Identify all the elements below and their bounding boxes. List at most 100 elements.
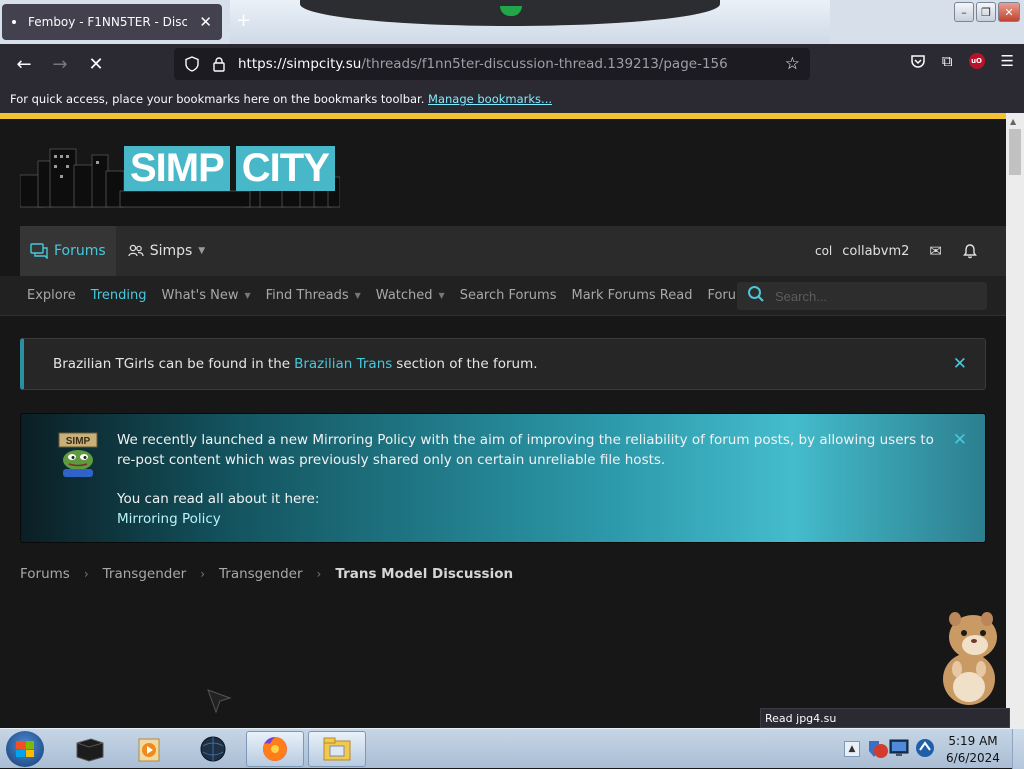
maximize-button[interactable]: ❐ <box>976 2 996 22</box>
bookmarks-hint: For quick access, place your bookmarks h… <box>10 92 425 106</box>
windows-logo-icon <box>16 741 34 757</box>
mirroring-notice-line1: We recently launched a new Mirroring Pol… <box>117 432 934 468</box>
nav-simps-label: Simps <box>149 243 193 259</box>
window-controls: – ❐ ✕ <box>954 2 1020 22</box>
user-area: col collabvm2 ✉ <box>815 242 1006 260</box>
tray-security-icon[interactable] <box>866 737 890 761</box>
tray-expand-icon[interactable]: ▲ <box>844 741 860 757</box>
mirroring-policy-notice: SIMP We recently launched a new Mirrorin… <box>20 413 986 543</box>
forums-icon <box>30 243 48 259</box>
pepe-sign-icon: SIMP <box>58 432 98 477</box>
manage-bookmarks-link[interactable]: Manage bookmarks... <box>428 92 552 106</box>
logo-word-city: CITY <box>235 145 335 191</box>
page-viewport: SIMP CITY Forums Simps ▼ col collabvm2 ✉… <box>0 113 1006 728</box>
clock-time: 5:19 AM <box>948 734 998 748</box>
extensions-icon[interactable]: ⧉ <box>942 52 953 70</box>
tab-loading-icon <box>12 20 16 24</box>
notice-text-prefix: Brazilian TGirls can be found in the <box>53 356 291 372</box>
shield-icon[interactable] <box>184 56 200 72</box>
subnav-trending[interactable]: Trending <box>84 288 155 303</box>
subnav-search-forums[interactable]: Search Forums <box>453 288 565 303</box>
search-icon[interactable] <box>747 285 765 308</box>
brazilian-trans-link[interactable]: Brazilian Trans <box>294 356 392 372</box>
breadcrumb: Forums › Transgender › Transgender › Tra… <box>20 566 513 582</box>
menu-icon[interactable]: ☰ <box>1001 52 1014 70</box>
avatar[interactable]: col <box>815 244 832 258</box>
envelope-icon[interactable]: ✉ <box>929 242 942 260</box>
tray-network-icon[interactable] <box>888 737 910 759</box>
mirroring-notice-text: We recently launched a new Mirroring Pol… <box>117 430 947 529</box>
address-bar[interactable]: https://simpcity.su/threads/f1nn5ter-dis… <box>174 48 810 80</box>
taskbar-firefox-icon[interactable] <box>246 731 304 767</box>
show-desktop-button[interactable] <box>1012 729 1024 769</box>
chevron-down-icon: ▼ <box>354 291 361 300</box>
site-top-bar <box>0 113 1006 119</box>
url-text[interactable]: https://simpcity.su/threads/f1nn5ter-dis… <box>238 56 728 72</box>
secondary-nav: Explore Trending What's New ▼ Find Thread… <box>0 276 1006 316</box>
breadcrumb-forums[interactable]: Forums <box>20 566 70 582</box>
chevron-down-icon: ▼ <box>198 246 206 256</box>
scrollbar-thumb[interactable] <box>1009 129 1021 175</box>
scroll-up-icon[interactable]: ▲ <box>1010 117 1016 126</box>
search-input[interactable] <box>775 288 975 304</box>
subnav-whats-new[interactable]: What's New ▼ <box>154 288 258 303</box>
lock-icon[interactable] <box>212 56 226 72</box>
chevron-right-icon: › <box>316 567 322 581</box>
users-icon <box>128 244 144 257</box>
chevron-right-icon: › <box>200 567 205 581</box>
browser-toolbar: ← → ✕ https://simpcity.su/threads/f1nn5t… <box>0 44 1024 85</box>
taskbar-globe-icon[interactable] <box>184 731 242 767</box>
new-tab-icon[interactable]: + <box>236 10 251 31</box>
subnav-watched[interactable]: Watched ▼ <box>369 288 453 303</box>
mirroring-notice-line2: You can read all about it here: <box>117 491 320 507</box>
username-link[interactable]: collabvm2 <box>842 244 909 259</box>
status-bar: Read jpg4.su <box>760 708 1010 728</box>
browser-tab[interactable]: Femboy - F1NN5TER - Discussi ✕ <box>2 4 222 40</box>
logo-wordmark: SIMP CITY <box>124 145 335 191</box>
breadcrumb-transgender-sub[interactable]: Transgender <box>219 566 303 582</box>
logo-word-simp: SIMP <box>124 145 230 191</box>
chevron-down-icon: ▼ <box>244 291 251 300</box>
bookmarks-toolbar: For quick access, place your bookmarks h… <box>0 85 1024 113</box>
window-titlebar: Femboy - F1NN5TER - Discussi ✕ + – ❐ ✕ <box>0 0 1024 44</box>
toolbar-right: ⧉ uO ☰ <box>910 52 1014 70</box>
trans-section-notice: Brazilian TGirls can be found in the Bra… <box>20 338 986 390</box>
mirroring-policy-link[interactable]: Mirroring Policy <box>117 509 947 529</box>
pepe-sign-text: SIMP <box>66 436 91 447</box>
bell-icon[interactable] <box>962 243 978 259</box>
subnav-mark-forums-read[interactable]: Mark Forums Read <box>564 288 700 303</box>
page-scrollbar[interactable]: ▲ <box>1006 113 1024 728</box>
subnav-explore[interactable]: Explore <box>20 288 84 303</box>
nav-tab-simps[interactable]: Simps ▼ <box>116 243 218 259</box>
chevron-down-icon: ▼ <box>438 291 445 300</box>
clock-date: 6/6/2024 <box>946 751 1000 765</box>
close-icon[interactable]: ✕ <box>953 354 967 374</box>
tab-close-icon[interactable]: ✕ <box>199 13 212 31</box>
close-window-button[interactable]: ✕ <box>998 2 1020 22</box>
close-icon[interactable]: ✕ <box>953 430 967 450</box>
taskbar-media-player-icon[interactable] <box>120 731 178 767</box>
tray-app-icon[interactable] <box>914 737 936 759</box>
notice-text-suffix: section of the forum. <box>396 356 538 372</box>
back-icon[interactable]: ← <box>6 47 42 83</box>
nav-tab-forums[interactable]: Forums <box>20 226 116 276</box>
chevron-right-icon: › <box>83 567 89 581</box>
pocket-icon[interactable] <box>910 54 926 69</box>
minimize-button[interactable]: – <box>954 2 974 22</box>
breadcrumb-current[interactable]: Trans Model Discussion <box>335 566 513 582</box>
bookmark-star-icon[interactable]: ☆ <box>785 54 800 74</box>
site-logo[interactable]: SIMP CITY <box>19 141 341 209</box>
tab-title: Femboy - F1NN5TER - Discussi <box>28 15 188 29</box>
taskbar-clock[interactable]: 5:19 AM 6/6/2024 <box>940 733 1006 767</box>
stop-loading-icon[interactable]: ✕ <box>78 47 114 83</box>
nav-forums-label: Forums <box>54 243 106 259</box>
taskbar-explorer-icon[interactable] <box>308 731 366 767</box>
start-button[interactable] <box>6 731 44 767</box>
site-search[interactable] <box>737 282 987 310</box>
hamster-mascot-image <box>943 612 997 705</box>
forward-icon[interactable]: → <box>42 47 78 83</box>
subnav-find-threads[interactable]: Find Threads ▼ <box>259 288 369 303</box>
ublock-icon[interactable]: uO <box>968 53 985 69</box>
taskbar-cmd-icon[interactable] <box>60 731 118 767</box>
breadcrumb-transgender[interactable]: Transgender <box>103 566 187 582</box>
